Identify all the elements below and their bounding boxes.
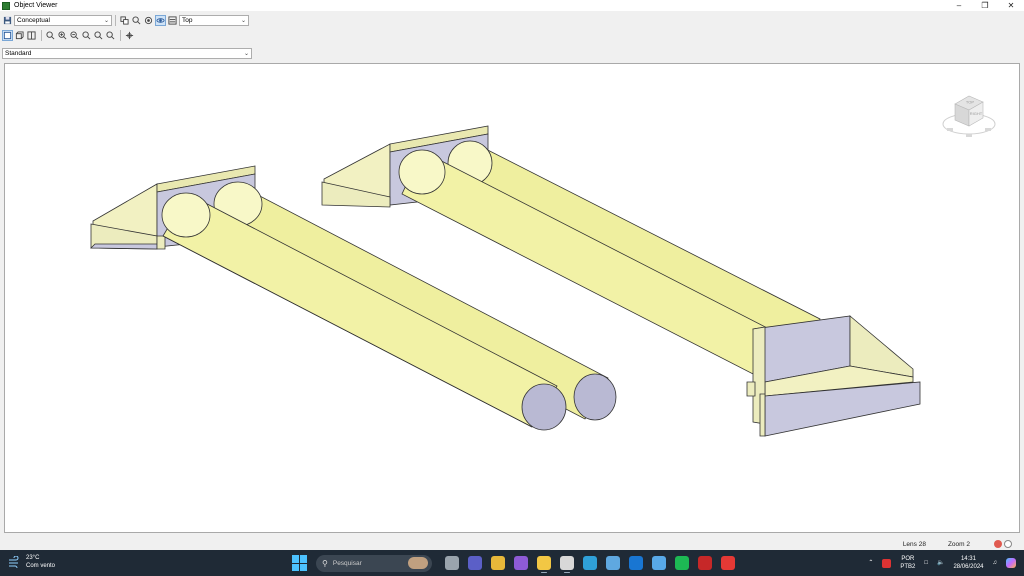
orbit-icon[interactable] [155,14,166,26]
chrome-icon[interactable] [490,556,505,570]
weather-widget[interactable]: 23°C Com vento [8,554,55,570]
taskbar: 23°C Com vento ⚲ Pesquisar ⌃ POR PTB2 □ … [0,550,1024,576]
task-view-icon[interactable] [444,556,459,570]
system-tray: ⌃ POR PTB2 □ 🔈 14:31 28/06/2024 ♫ [859,553,1016,573]
viewcube[interactable]: TOP RIGHT [939,84,999,144]
cube-view-icon[interactable] [14,30,25,41]
single-view-icon[interactable] [2,29,13,41]
save-icon[interactable] [2,15,13,26]
search-icon: ⚲ [322,558,328,568]
viewcube-top-label: TOP [966,100,974,105]
weather-temp: 23°C [26,555,40,561]
zoom-extents-icon[interactable] [131,15,142,26]
window-controls: – ❐ ✕ [946,0,1024,11]
taskbar-search[interactable]: ⚲ Pesquisar [316,554,432,572]
zoom-window-icon[interactable] [45,30,56,41]
toolbar-row-3: Standard ⌄ [2,46,252,60]
visual-studio-icon[interactable] [513,556,528,570]
title-bar: Object Viewer – ❐ ✕ [0,0,1024,11]
separator [115,14,116,26]
right-front-support-bracket [746,315,921,437]
language-label: POR [901,556,915,562]
zoom-in-icon[interactable] [57,30,68,41]
autocad-icon[interactable] [559,556,574,573]
filezilla-icon[interactable] [697,556,712,570]
zoom-status: Zoom 2 [947,540,970,548]
wind-icon [9,556,19,568]
outlook-icon[interactable] [628,556,643,570]
visual-style-value: Conceptual [17,16,50,24]
lens-status: Lens 28 [902,540,926,548]
close-button[interactable]: ✕ [998,0,1024,11]
properties-icon[interactable] [167,15,178,26]
copilot-icon[interactable] [1006,558,1016,568]
volume-icon[interactable]: 🔈 [937,559,944,567]
record-indicator-icon[interactable] [994,540,1002,548]
search-highlight-icon [408,556,428,569]
idle-indicator-icon[interactable] [1004,540,1012,548]
separator [41,29,42,41]
pan-icon[interactable] [143,15,154,26]
view-select[interactable]: Top ⌄ [179,14,249,26]
status-indicators [992,540,1012,548]
minimize-button[interactable]: – [946,0,972,11]
ucs-select[interactable]: Standard ⌄ [2,47,252,59]
separator [120,29,121,41]
status-bar: Lens 28 Zoom 2 [0,538,1024,550]
teams-icon[interactable] [467,556,482,570]
network-icon[interactable]: □ [924,559,928,567]
toolbar-row-1: Conceptual ⌄ Top ⌄ [2,13,249,27]
chevron-down-icon: ⌄ [240,17,246,24]
taskbar-apps: ⚲ Pesquisar [292,553,739,573]
clock[interactable]: 14:31 28/06/2024 [953,555,983,571]
keyboard-label: PTB2 [900,564,916,570]
clock-date: 28/06/2024 [953,564,984,570]
weather-desc: Com vento [26,563,56,569]
zoom-out-icon[interactable] [69,30,80,41]
ucs-value: Standard [5,49,32,57]
anydesk-icon[interactable] [720,556,735,570]
pan-cross-icon[interactable] [124,30,135,41]
restore-button[interactable]: ❐ [972,0,998,11]
zoom-all-icon[interactable] [81,30,92,41]
toolbar-area: Conceptual ⌄ Top ⌄ Standard ⌄ [0,11,1024,61]
spotify-icon[interactable] [674,556,689,570]
window-title: Object Viewer [14,2,58,9]
toolbar-row-2 [2,28,136,42]
notepad-icon[interactable] [651,556,666,570]
visual-style-select[interactable]: Conceptual ⌄ [14,14,112,26]
viewcube-icon: TOP RIGHT [942,95,996,137]
file-explorer-icon[interactable] [536,556,551,573]
copy-icon[interactable] [119,15,130,26]
edge-icon[interactable] [582,556,597,570]
model-viewport[interactable]: TOP RIGHT [4,63,1020,533]
search-placeholder: Pesquisar [332,559,362,567]
zoom-previous-icon[interactable] [93,30,104,41]
viewcube-right-label: RIGHT [970,111,983,116]
photos-icon[interactable] [605,556,620,570]
windows-start-icon[interactable] [292,555,308,571]
view-value: Top [182,16,193,24]
clock-time: 14:31 [960,556,976,562]
chevron-down-icon: ⌄ [243,50,249,57]
chevron-down-icon: ⌄ [103,17,109,24]
notification-bell-icon[interactable]: ♫ [993,559,998,567]
zoom-realtime-icon[interactable] [105,30,116,41]
antivirus-icon[interactable] [882,558,892,568]
chevron-up-icon[interactable]: ⌃ [868,559,873,567]
model-scene [90,125,921,437]
language-indicator[interactable]: POR PTB2 [900,555,915,571]
multi-view-icon[interactable] [26,30,37,41]
app-icon [2,1,10,10]
